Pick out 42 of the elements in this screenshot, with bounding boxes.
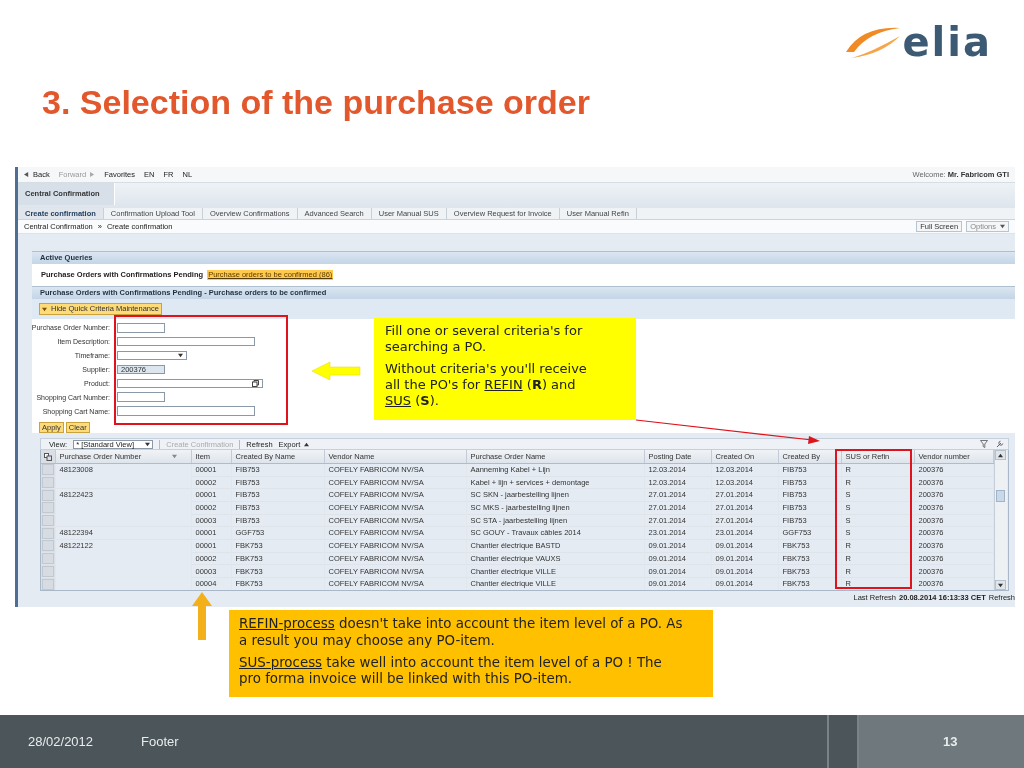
row-selector[interactable] [41, 578, 54, 590]
callout-text: REFIN-process doesn't take into account the item level of a PO. As a result you may choose any PO-item. [239, 616, 684, 650]
scroll-up-icon [998, 452, 1003, 458]
input-field[interactable] [117, 378, 263, 389]
caret-icon [24, 172, 29, 177]
callout-text: SUS-process take well into account the item level of a PO ! The pro forma invoice will be linked with this PO-item. [239, 654, 663, 688]
caret-icon [90, 172, 96, 177]
row-selector[interactable] [41, 464, 54, 476]
row-selector[interactable] [41, 502, 54, 514]
left-arrow [311, 361, 361, 381]
sort-icon [171, 454, 177, 460]
scroll-thumb[interactable] [996, 490, 1005, 503]
input-field[interactable] [117, 336, 255, 347]
row-selector[interactable] [41, 476, 54, 488]
row-selector[interactable] [41, 489, 54, 501]
caret-icon [42, 306, 47, 312]
input-field[interactable] [117, 406, 255, 416]
page-number: 13 [943, 732, 958, 751]
row-selector[interactable] [41, 515, 54, 527]
input-field[interactable] [117, 392, 165, 403]
filter-icon [980, 440, 988, 449]
caret-icon [304, 441, 310, 447]
scroll-down-icon [998, 582, 1003, 588]
callout-text: Without criteria's you'll receive all the PO's for REFIN (R) and SUS (S). [385, 360, 588, 410]
row-selector[interactable] [41, 540, 54, 552]
row-selector[interactable] [41, 527, 54, 539]
footer-date: 28/02/2012 [28, 732, 94, 751]
settings-icon [996, 440, 1004, 449]
row-selector[interactable] [41, 553, 54, 565]
up-arrow [192, 592, 212, 640]
caret-icon [1000, 224, 1005, 229]
caret-icon [178, 353, 183, 359]
footer-text: Footer [141, 732, 179, 751]
callout-text: Fill one or several criteria's for searching a PO. [385, 323, 584, 356]
select-all-icon [44, 452, 52, 461]
input-field[interactable] [117, 323, 165, 333]
row-selector[interactable] [41, 565, 54, 577]
dropdown-field[interactable] [117, 350, 187, 361]
slide-title: 3. Selection of the purchase order [42, 84, 590, 122]
logo-text: elia [902, 22, 992, 62]
caret-icon [145, 441, 151, 447]
value-help-icon [252, 379, 259, 387]
